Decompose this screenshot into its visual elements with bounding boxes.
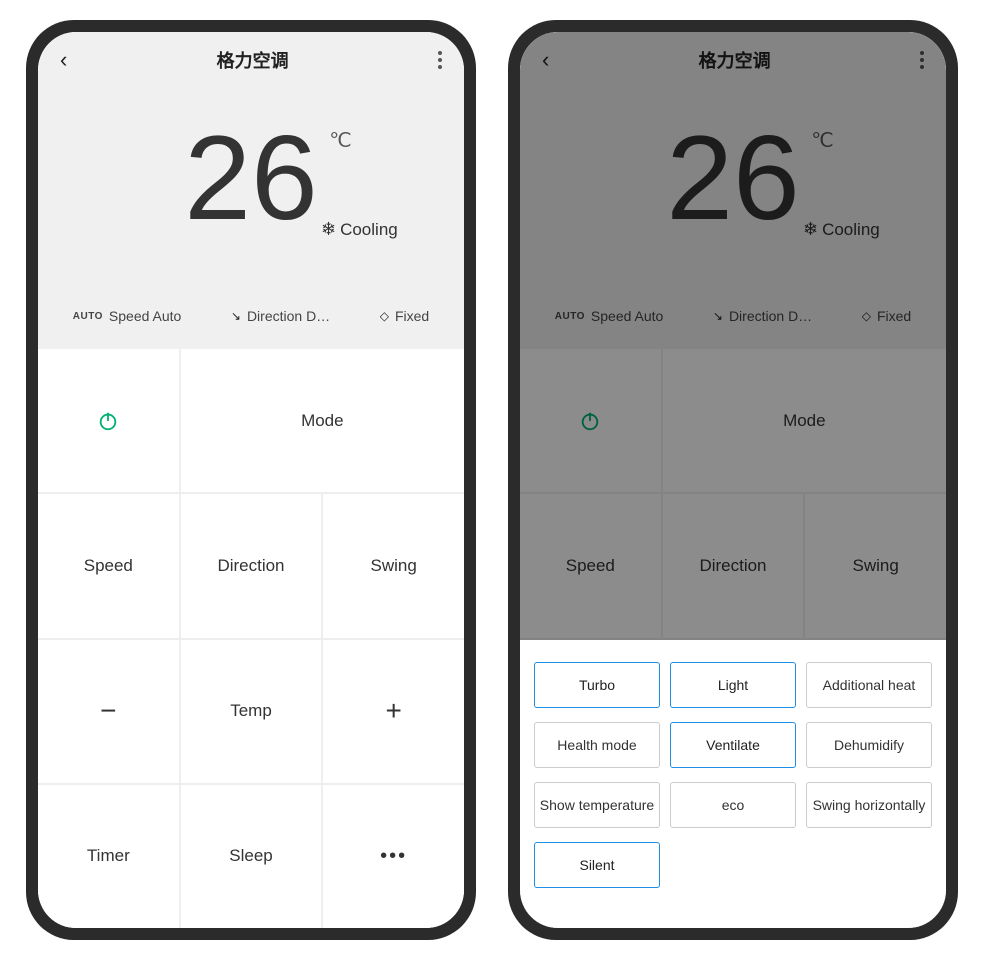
extras-option[interactable]: Silent	[534, 842, 660, 888]
extras-option[interactable]: Turbo	[534, 662, 660, 708]
status-swing[interactable]: ◇ Fixed	[380, 308, 429, 324]
swing-icon: ◇	[380, 309, 389, 323]
temperature-display: 26 ℃ ❄ Cooling	[38, 88, 464, 258]
temperature-value: 26	[184, 118, 317, 238]
direction-arrow-icon: ↘	[231, 309, 241, 323]
extras-option[interactable]: Health mode	[534, 722, 660, 768]
extras-option[interactable]: Show temperature	[534, 782, 660, 828]
temp-label: Temp	[181, 640, 322, 783]
extras-button[interactable]: •••	[323, 785, 464, 928]
phone-mockup-2: ‹ 格力空调 26 ℃ ❄ Cooling AUTO Speed Auto ↘ …	[508, 20, 958, 940]
extras-sheet: TurboLightAdditional heat Health modeVent…	[520, 640, 946, 928]
header-bar: ‹ 格力空调	[38, 32, 464, 88]
speed-button[interactable]: Speed	[38, 494, 179, 637]
back-button[interactable]: ‹	[60, 47, 67, 73]
minus-icon: −	[100, 695, 116, 727]
status-speed[interactable]: AUTO Speed Auto	[73, 308, 182, 324]
temperature-unit: ℃	[329, 128, 351, 153]
power-icon	[97, 410, 119, 432]
extras-option[interactable]: eco	[670, 782, 796, 828]
ellipsis-icon: •••	[380, 845, 407, 868]
swing-button[interactable]: Swing	[323, 494, 464, 637]
status-direction[interactable]: ↘ Direction D…	[231, 308, 330, 324]
direction-button[interactable]: Direction	[181, 494, 322, 637]
sleep-button[interactable]: Sleep	[181, 785, 322, 928]
power-button[interactable]	[38, 349, 179, 492]
snowflake-icon: ❄	[321, 219, 336, 240]
timer-button[interactable]: Timer	[38, 785, 179, 928]
screen-1: ‹ 格力空调 26 ℃ ❄ Cooling AUTO Speed Auto ↘ …	[38, 32, 464, 928]
extras-option[interactable]: Additional heat	[806, 662, 932, 708]
temp-plus-button[interactable]: +	[323, 640, 464, 783]
temp-minus-button[interactable]: −	[38, 640, 179, 783]
plus-icon: +	[385, 695, 401, 727]
phone-mockup-1: ‹ 格力空调 26 ℃ ❄ Cooling AUTO Speed Auto ↘ …	[26, 20, 476, 940]
screen-2: ‹ 格力空调 26 ℃ ❄ Cooling AUTO Speed Auto ↘ …	[520, 32, 946, 928]
extras-option[interactable]: Swing horizontally	[806, 782, 932, 828]
status-row: AUTO Speed Auto ↘ Direction D… ◇ Fixed	[38, 258, 464, 349]
extras-option[interactable]: Dehumidify	[806, 722, 932, 768]
extras-option[interactable]: Ventilate	[670, 722, 796, 768]
more-menu-button[interactable]	[438, 51, 442, 69]
auto-icon: AUTO	[73, 311, 103, 322]
controls-grid: Mode Speed Direction Swing − Temp + Time…	[38, 349, 464, 928]
page-title: 格力空调	[217, 47, 289, 73]
mode-label: Cooling	[340, 220, 398, 240]
mode-button[interactable]: Mode	[181, 349, 464, 492]
current-mode: ❄ Cooling	[321, 219, 398, 240]
extras-option[interactable]: Light	[670, 662, 796, 708]
